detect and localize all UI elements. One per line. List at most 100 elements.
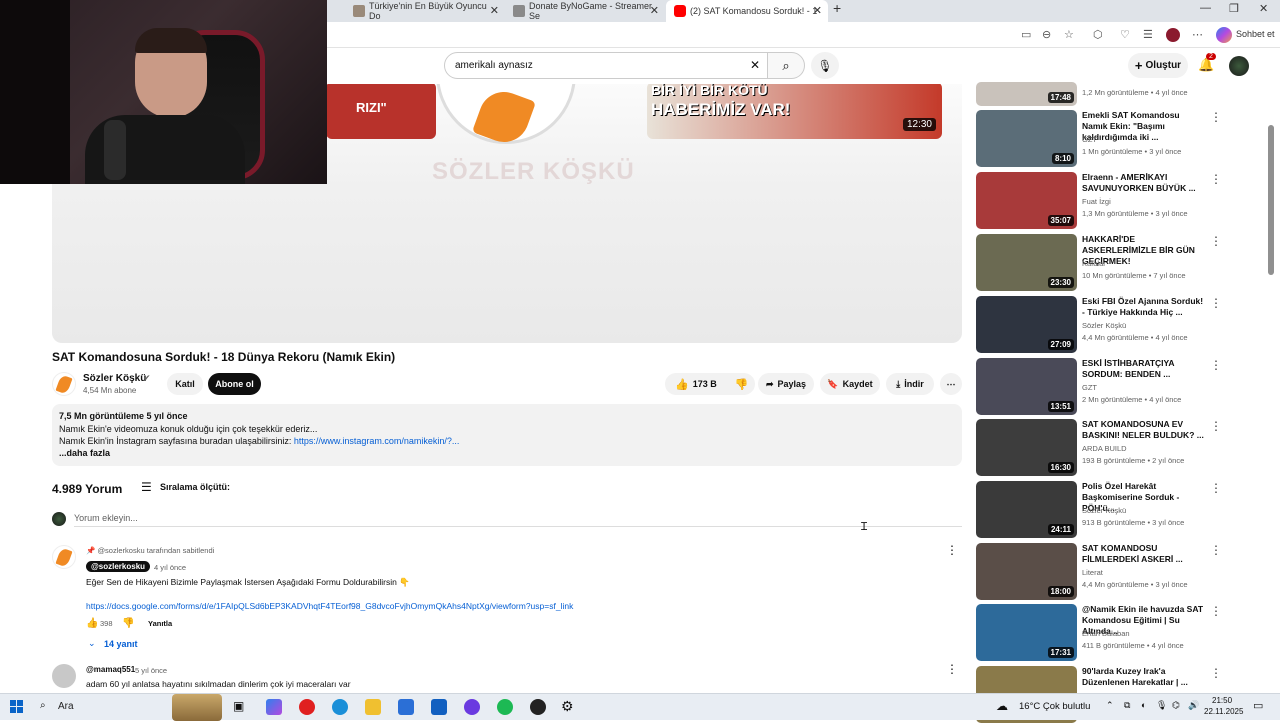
channel-avatar[interactable] — [52, 372, 76, 396]
subscribe-button[interactable]: Abone ol — [208, 373, 261, 395]
instagram-link[interactable]: https://www.instagram.com/namikekin/?... — [294, 436, 460, 446]
recommended-video-item[interactable]: 13:51 ESKİ İSTİHBARATÇIYA SORDUM: BENDEN … — [976, 358, 1276, 416]
like-count[interactable]: 173 B — [693, 379, 717, 389]
comment-avatar[interactable] — [52, 664, 76, 688]
close-window-icon[interactable]: ✕ — [1259, 2, 1268, 15]
video-channel[interactable]: Sözler Köşkü — [1082, 506, 1126, 515]
profile-avatar[interactable] — [1166, 28, 1180, 42]
reply-button[interactable]: Yanıtla — [148, 619, 172, 628]
video-channel[interactable]: GZT — [1082, 383, 1097, 392]
comment-time[interactable]: 4 yıl önce — [154, 563, 186, 572]
video-channel[interactable]: Ertan Balaban — [1082, 629, 1130, 638]
comment-avatar[interactable] — [52, 545, 76, 569]
copilot-app-icon[interactable] — [266, 699, 282, 715]
extensions-icon[interactable]: ⬡ — [1093, 28, 1103, 41]
opera-icon[interactable] — [299, 699, 315, 715]
favorites-icon[interactable]: ☰ — [1143, 28, 1153, 41]
comment-menu-icon[interactable]: ⋮ — [946, 543, 958, 557]
close-tab-icon[interactable]: ✕ — [650, 4, 659, 17]
clock-date[interactable]: 22.11.2025 — [1204, 707, 1243, 716]
video-title[interactable]: SAT KOMANDOSUNA EV BASKINI! NELER BULDUK… — [1082, 419, 1204, 441]
video-channel[interactable]: Sözler Köşkü — [1082, 321, 1126, 330]
recommended-video-item[interactable]: 24:11 Polis Özel Harekât Başkomiserine So… — [976, 481, 1276, 539]
copilot-icon[interactable] — [1216, 27, 1232, 43]
minimize-icon[interactable]: — — [1200, 2, 1211, 14]
chat-button[interactable]: Sohbet et — [1236, 29, 1275, 39]
notification-center-icon[interactable]: ▭ — [1253, 699, 1263, 712]
recommended-video-item[interactable]: 35:07 Elraenn - AMERİKAYI SAVUNUYORKEN BÜ… — [976, 172, 1276, 230]
settings-gear-icon[interactable]: ⚙ — [561, 698, 574, 715]
new-tab-button[interactable]: + — [833, 0, 841, 16]
end-screen-thumb-right[interactable]: BİR İYİ BİR KÖTÜ HABERİMİZ VAR! 12:30 — [647, 84, 942, 139]
video-menu-icon[interactable]: ⋮ — [1210, 358, 1222, 372]
taskbar-search-icon[interactable]: ⌕ — [40, 700, 46, 711]
show-more-link[interactable]: ...daha fazla — [59, 448, 955, 458]
like-icon[interactable]: 👍 — [675, 378, 689, 391]
tray-icon[interactable]: ⧉ — [1124, 700, 1130, 711]
network-icon[interactable]: ⌬ — [1172, 700, 1180, 711]
close-tab-icon[interactable]: ✕ — [813, 4, 822, 17]
comment-form-link[interactable]: https://docs.google.com/forms/d/e/1FAIpQ… — [86, 601, 573, 611]
task-view-icon[interactable]: ▣ — [233, 699, 244, 713]
video-title[interactable]: Emekli SAT Komandosu Namık Ekin: "Başımı… — [1082, 110, 1204, 143]
discord-icon[interactable] — [464, 699, 480, 715]
share-button[interactable]: ➦ Paylaş — [758, 373, 814, 395]
video-menu-icon[interactable]: ⋮ — [1210, 666, 1222, 680]
zoom-icon[interactable]: ⊖ — [1042, 28, 1051, 41]
spotify-icon[interactable] — [497, 699, 513, 715]
account-avatar[interactable] — [1229, 56, 1249, 76]
clock-time[interactable]: 21:50 — [1212, 696, 1232, 705]
video-menu-icon[interactable]: ⋮ — [1210, 296, 1222, 310]
create-button[interactable]: + Oluştur — [1128, 53, 1188, 78]
comment-author-badge[interactable]: @sozlerkosku — [86, 561, 151, 572]
recommended-video-item[interactable]: 18:00 SAT KOMANDOSU FİLMLERDEKİ ASKERİ ..… — [976, 543, 1276, 601]
video-thumbnail[interactable]: 8:10 — [976, 110, 1077, 167]
chevron-down-icon[interactable]: ⌄ — [88, 638, 96, 649]
edge-icon[interactable] — [332, 699, 348, 715]
comment-dislike-icon[interactable]: 👎 — [122, 618, 134, 629]
taskbar-search[interactable]: Ara — [58, 701, 74, 712]
browser-tab-2[interactable]: Donate ByNoGame - Streamer Se ✕ — [505, 0, 665, 22]
video-menu-icon[interactable]: ⋮ — [1210, 234, 1222, 248]
more-menu-icon[interactable]: ⋯ — [1192, 28, 1203, 41]
mail-icon[interactable] — [431, 699, 447, 715]
close-tab-icon[interactable]: ✕ — [490, 4, 499, 17]
favorite-star-icon[interactable]: ☆ — [1064, 28, 1074, 41]
browser-tab-3-active[interactable]: (2) SAT Komandosu Sorduk! - 1 ✕ — [666, 0, 828, 22]
comment-menu-icon[interactable]: ⋮ — [946, 662, 958, 676]
video-menu-icon[interactable]: ⋮ — [1210, 543, 1222, 557]
video-thumbnail[interactable]: 35:07 — [976, 172, 1077, 229]
save-button[interactable]: 🔖 Kaydet — [820, 373, 880, 395]
recommended-video-item[interactable]: 8:10 Emekli SAT Komandosu Namık Ekin: "Ba… — [976, 110, 1276, 168]
sort-icon[interactable]: ☰ — [141, 480, 152, 494]
video-thumbnail[interactable]: 16:30 — [976, 419, 1077, 476]
video-title[interactable]: 90'larda Kuzey Irak'a Düzenlenen Harekat… — [1082, 666, 1204, 688]
recommended-video-item[interactable]: 17:31 @Namik Ekin ile havuzda SAT Komando… — [976, 604, 1276, 662]
video-title[interactable]: SAT KOMANDOSU FİLMLERDEKİ ASKERİ ... — [1082, 543, 1204, 565]
download-button[interactable]: ⤓ İndir — [886, 373, 934, 395]
video-thumbnail[interactable]: 17:48 — [976, 82, 1077, 106]
video-menu-icon[interactable]: ⋮ — [1210, 604, 1222, 618]
channel-name[interactable]: Sözler Köşkü — [83, 373, 146, 384]
reader-icon[interactable]: ▭ — [1021, 28, 1031, 41]
video-menu-icon[interactable]: ⋮ — [1210, 172, 1222, 186]
video-channel[interactable]: Kafalar — [1082, 259, 1106, 268]
end-screen-thumb-left[interactable]: RIZI" — [326, 84, 436, 139]
maximize-icon[interactable]: ❐ — [1229, 2, 1239, 15]
store-icon[interactable] — [398, 699, 414, 715]
browser-tab-1[interactable]: Türkiye'nin En Büyük Oyuncu Do ✕ — [345, 0, 505, 22]
video-title[interactable]: Elraenn - AMERİKAYI SAVUNUYORKEN BÜYÜK .… — [1082, 172, 1204, 194]
weather-text[interactable]: 16°C Çok bulutlu — [1019, 701, 1090, 712]
video-menu-icon[interactable]: ⋮ — [1210, 110, 1222, 124]
video-thumbnail[interactable]: 18:00 — [976, 543, 1077, 600]
start-windows-icon[interactable] — [10, 700, 23, 713]
volume-icon[interactable]: 🔊 — [1188, 700, 1199, 711]
search-input[interactable]: amerikalı aynasız — [444, 52, 768, 79]
add-comment-input[interactable]: Yorum ekleyin... — [74, 513, 138, 523]
video-channel[interactable]: GZT — [1082, 135, 1097, 144]
clear-search-icon[interactable]: ✕ — [750, 58, 760, 72]
obs-icon[interactable] — [530, 699, 546, 715]
comment-like-icon[interactable]: 👍 — [86, 618, 98, 629]
description-box[interactable]: 7,5 Mn görüntüleme 5 yıl önce Namık Ekin… — [52, 404, 962, 466]
join-button[interactable]: Katıl — [167, 373, 203, 395]
